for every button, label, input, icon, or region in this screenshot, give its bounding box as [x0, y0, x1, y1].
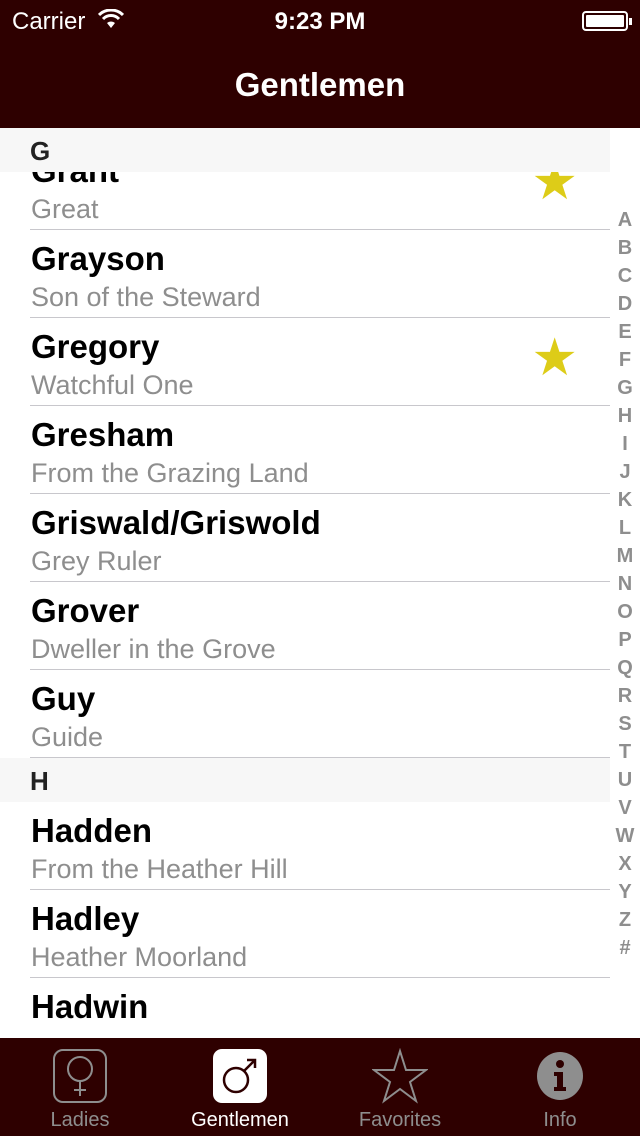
name-label: Hadwin — [31, 988, 149, 1025]
meaning-label: Great — [31, 194, 99, 224]
index-letter[interactable]: H — [610, 402, 640, 430]
index-letter[interactable]: J — [610, 458, 640, 486]
index-letter[interactable]: E — [610, 318, 640, 346]
index-letter[interactable]: B — [610, 234, 640, 262]
index-letter[interactable]: D — [610, 290, 640, 318]
meaning-label: Dweller in the Grove — [31, 634, 276, 664]
meaning-label: Grey Ruler — [31, 546, 162, 576]
names-list[interactable]: G Grant Great ★Grayson Son of the Stewar… — [0, 128, 640, 1038]
index-letter[interactable]: Y — [610, 878, 640, 906]
meaning-label: Guide — [31, 722, 104, 752]
tab-ladies[interactable]: Ladies — [0, 1038, 160, 1136]
index-letter[interactable]: K — [610, 486, 640, 514]
index-letter[interactable]: X — [610, 850, 640, 878]
index-letter[interactable]: G — [610, 374, 640, 402]
meaning-label: From the Heather Hill — [31, 854, 288, 884]
index-letter[interactable]: Z — [610, 906, 640, 934]
battery-icon — [582, 11, 632, 31]
list-item[interactable]: Gregory Watchful One ★ — [0, 318, 610, 406]
tab-bar: Ladies Gentlemen Favorites Info — [0, 1038, 640, 1136]
name-label: Grayson — [31, 240, 165, 277]
index-letter[interactable]: Q — [610, 654, 640, 682]
meaning-label: Son of the Steward — [31, 282, 261, 312]
tab-favorites[interactable]: Favorites — [320, 1038, 480, 1136]
tab-info[interactable]: Info — [480, 1038, 640, 1136]
index-letter[interactable]: T — [610, 738, 640, 766]
section-index[interactable]: A B C D E F G H I J K L M N O P Q R S T U V W X Y Z # — [610, 206, 640, 962]
index-letter[interactable]: U — [610, 766, 640, 794]
meaning-label: From the Grazing Land — [31, 458, 309, 488]
name-label: Hadden — [31, 812, 153, 849]
meaning-label: Heather Moorland — [31, 942, 248, 972]
index-letter[interactable]: P — [610, 626, 640, 654]
index-letter[interactable]: A — [610, 206, 640, 234]
list-item[interactable]: Hadley Heather Moorland — [0, 890, 610, 978]
female-symbol-icon — [53, 1049, 107, 1103]
index-letter[interactable]: W — [610, 822, 640, 850]
clock: 9:23 PM — [274, 8, 366, 35]
page-title: Gentlemen — [234, 66, 406, 103]
navigation-bar: Carrier 9:23 PM Gentlemen — [0, 0, 640, 128]
tab-gentlemen[interactable]: Gentlemen — [160, 1038, 320, 1136]
list-item[interactable]: Gresham From the Grazing Land — [0, 406, 610, 494]
index-letter[interactable]: # — [610, 934, 640, 962]
index-letter[interactable]: V — [610, 794, 640, 822]
index-letter[interactable]: F — [610, 346, 640, 374]
name-label: Griswald/Griswold — [31, 504, 321, 541]
name-label: Gregory — [31, 328, 160, 365]
star-icon — [372, 1048, 428, 1104]
list-item[interactable]: Griswald/Griswold Grey Ruler — [0, 494, 610, 582]
info-icon — [537, 1052, 583, 1100]
list-item[interactable]: Guy Guide — [0, 670, 610, 758]
favorite-star-icon[interactable]: ★ — [531, 332, 578, 384]
name-label: Grover — [31, 592, 140, 629]
male-symbol-icon — [213, 1049, 267, 1103]
section-header-sticky: G — [0, 128, 610, 172]
name-label: Hadley — [31, 900, 140, 937]
name-label: Gresham — [31, 416, 175, 453]
index-letter[interactable]: I — [610, 430, 640, 458]
list-item[interactable]: Hadwin — [0, 978, 610, 1038]
list-item[interactable]: Grover Dweller in the Grove — [0, 582, 610, 670]
index-letter[interactable]: O — [610, 598, 640, 626]
index-letter[interactable]: M — [610, 542, 640, 570]
section-header: H — [0, 758, 610, 802]
index-letter[interactable]: C — [610, 262, 640, 290]
index-letter[interactable]: L — [610, 514, 640, 542]
index-letter[interactable]: N — [610, 570, 640, 598]
index-letter[interactable]: R — [610, 682, 640, 710]
index-letter[interactable]: S — [610, 710, 640, 738]
name-label: Guy — [31, 680, 96, 717]
list-item[interactable]: Hadden From the Heather Hill — [0, 802, 610, 890]
status-bar: Carrier 9:23 PM — [0, 0, 640, 40]
meaning-label: Watchful One — [31, 370, 194, 400]
list-item[interactable]: Grayson Son of the Steward — [0, 230, 610, 318]
